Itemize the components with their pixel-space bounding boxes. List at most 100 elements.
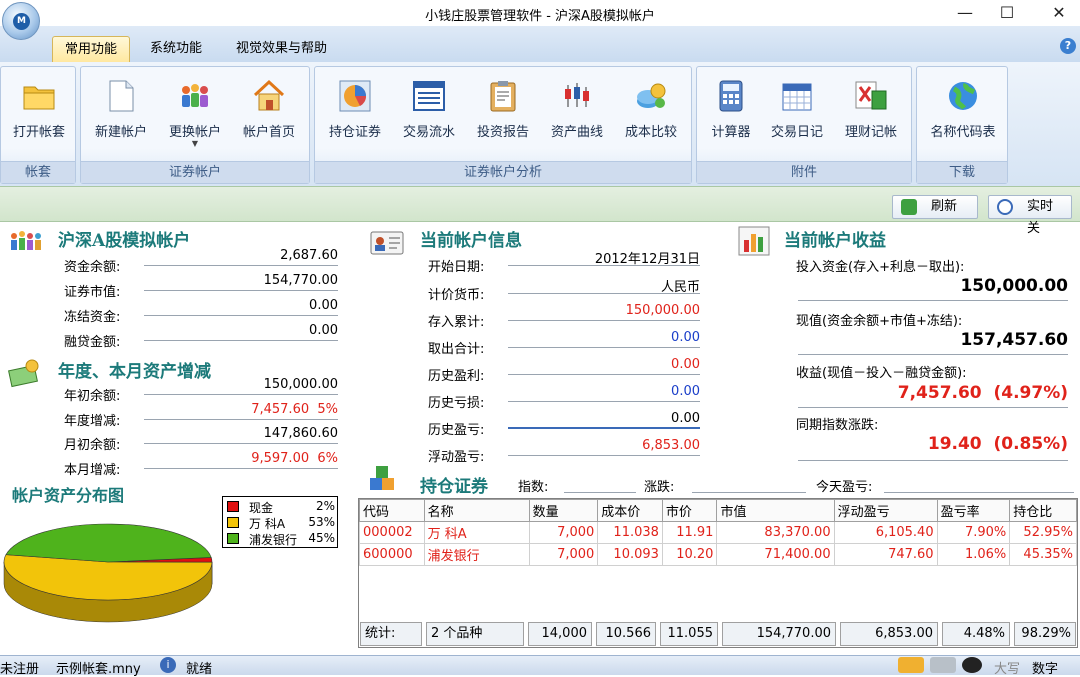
new-account-button[interactable]: 新建帐户: [83, 73, 159, 155]
cell-name: 浦发银行: [424, 544, 529, 566]
table-header-row: 代码 名称 数量 成本价 市价 市值 浮动盈亏 盈亏率 持仓比: [360, 500, 1077, 522]
current-file: 示例帐套.mny: [56, 658, 141, 677]
today-pnl-label: 今天盈亏:: [816, 476, 872, 495]
cash-balance-value: 2,687.60: [144, 248, 338, 266]
account-home-button[interactable]: 帐户首页: [231, 73, 307, 155]
group-label-accessories: 附件: [697, 161, 911, 183]
tab-system[interactable]: 系统功能: [138, 36, 214, 62]
distribution-legend: 现金2% 万 科A53% 浦发银行45%: [222, 496, 338, 548]
group-label-account-set: 帐套: [1, 161, 75, 183]
legend-pct: 45%: [308, 531, 335, 545]
open-account-set-label: 打开帐套: [1, 121, 77, 140]
app-menu-orb[interactable]: M: [2, 2, 40, 40]
start-date-label: 开始日期:: [428, 256, 484, 275]
minimize-button[interactable]: —: [942, 0, 988, 26]
deposit-total-label: 存入累计:: [428, 311, 484, 330]
users-icon: [178, 79, 212, 113]
cash-balance-label: 资金余额:: [64, 256, 120, 275]
calculator-button[interactable]: 计算器: [693, 73, 769, 155]
theme-orange-icon[interactable]: [898, 657, 924, 673]
theme-black-icon[interactable]: [962, 657, 982, 673]
column-header[interactable]: 数量: [529, 500, 598, 522]
trade-diary-button[interactable]: 交易日记: [759, 73, 835, 155]
realtime-label: 实时关: [1027, 199, 1053, 236]
holdings-button[interactable]: 持仓证券: [317, 73, 393, 155]
distribution-title: 帐户资产分布图: [12, 482, 124, 506]
cost-compare-button[interactable]: 成本比较: [613, 73, 689, 155]
tab-common[interactable]: 常用功能: [52, 36, 130, 62]
currency-value: 人民币: [508, 276, 700, 294]
historic-profit-label: 历史盈利:: [428, 365, 484, 384]
cubes-icon: [368, 464, 398, 494]
ribbon: 打开帐套 帐套 新建帐户 更换帐户 ▼ 帐户首页 证券帐户: [0, 62, 1080, 186]
group-label-download: 下载: [917, 161, 1007, 183]
holdings-title: 持仓证券: [420, 472, 488, 497]
index-value-line: [564, 492, 636, 493]
group-account-analysis: 持仓证券 交易流水 投资报告 资产曲线 成本比较 证券帐户分析: [314, 66, 692, 184]
name-code-table-label: 名称代码表: [919, 121, 1007, 140]
year-change-label: 年度增减:: [64, 410, 120, 429]
tab-visual-help[interactable]: 视觉效果与帮助: [224, 36, 339, 62]
profit-label: 收益(现值－投入－融贷金额):: [796, 362, 967, 381]
realtime-toggle-button[interactable]: 实时关: [988, 195, 1072, 219]
holdings-totals-row: 统计: 2 个品种 14,000 10.566 11.055 154,770.0…: [358, 622, 1078, 646]
calendar-icon: [780, 79, 814, 113]
column-header[interactable]: 持仓比: [1010, 500, 1077, 522]
maximize-button[interactable]: ☐: [984, 0, 1030, 26]
help-icon[interactable]: ?: [1060, 38, 1076, 54]
start-date-value: 2012年12月31日: [508, 248, 700, 266]
cell-quantity: 7,000: [529, 544, 598, 566]
pie-chart-icon: [338, 79, 372, 113]
switch-account-button[interactable]: 更换帐户 ▼: [157, 73, 233, 155]
column-header[interactable]: 市值: [717, 500, 834, 522]
theme-silver-icon[interactable]: [930, 657, 956, 673]
refresh-button[interactable]: 刷新: [892, 195, 978, 219]
column-header[interactable]: 浮动盈亏: [834, 500, 937, 522]
users-icon: [8, 228, 42, 254]
list-table-icon: [412, 79, 446, 113]
info-icon: i: [160, 657, 176, 673]
name-code-table-button[interactable]: 名称代码表: [919, 73, 1007, 155]
finance-ledger-button[interactable]: 理财记帐: [833, 73, 909, 155]
group-securities-account: 新建帐户 更换帐户 ▼ 帐户首页 证券帐户: [80, 66, 310, 184]
id-card-icon: [370, 230, 404, 256]
open-account-set-button[interactable]: 打开帐套: [1, 73, 77, 155]
close-button[interactable]: ✕: [1036, 0, 1080, 26]
cell-code: 600000: [360, 544, 425, 566]
table-row[interactable]: 000002 万 科A 7,000 11.038 11.91 83,370.00…: [360, 522, 1077, 544]
refresh-icon: [901, 199, 917, 215]
clipboard-icon: [486, 79, 520, 113]
deposit-total-value: 150,000.00: [508, 303, 700, 321]
column-header[interactable]: 市价: [662, 500, 717, 522]
invested-funds-label: 投入资金(存入+利息－取出):: [796, 256, 964, 275]
historic-loss-value: 0.00: [508, 384, 700, 402]
investment-report-button[interactable]: 投资报告: [465, 73, 541, 155]
cell-quantity: 7,000: [529, 522, 598, 544]
cell-floating-pnl: 747.60: [834, 544, 937, 566]
change-label: 涨跌:: [644, 476, 674, 495]
totals-market-value: 154,770.00: [722, 622, 836, 646]
calculator-icon: [714, 79, 748, 113]
legend-name: 万 科A: [249, 515, 285, 532]
table-row[interactable]: 600000 浦发银行 7,000 10.093 10.20 71,400.00…: [360, 544, 1077, 566]
trade-flow-button[interactable]: 交易流水: [391, 73, 467, 155]
asset-curve-button[interactable]: 资产曲线: [539, 73, 615, 155]
change-value-line: [692, 492, 806, 493]
app-logo-icon: M: [13, 13, 30, 30]
legend-swatch-vanke: [227, 517, 239, 528]
divider: [798, 407, 1068, 408]
column-header[interactable]: 盈亏率: [937, 500, 1010, 522]
column-header[interactable]: 成本价: [598, 500, 663, 522]
info-title: 当前帐户信息: [420, 226, 522, 251]
legend-pct: 2%: [316, 499, 335, 513]
column-header[interactable]: 名称: [424, 500, 529, 522]
totals-label: 统计:: [360, 622, 422, 646]
column-header[interactable]: 代码: [360, 500, 425, 522]
margin-loan-label: 融贷金额:: [64, 331, 120, 350]
legend-pct: 53%: [308, 515, 335, 529]
index-change-label: 同期指数涨跌:: [796, 414, 878, 433]
year-change-value: 7,457.60 5%: [144, 402, 338, 420]
window-title: 小钱庄股票管理软件 - 沪深A股模拟帐户: [0, 5, 1080, 24]
group-account-set: 打开帐套 帐套: [0, 66, 76, 184]
pie-slice-浦发银行: [6, 524, 211, 562]
